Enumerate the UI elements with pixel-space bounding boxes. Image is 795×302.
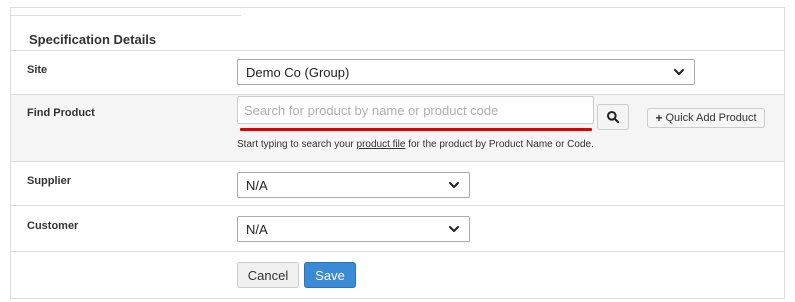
customer-select-value: N/A — [246, 221, 268, 237]
product-search-input[interactable] — [237, 96, 594, 124]
customer-label: Customer — [27, 220, 79, 232]
site-label: Site — [27, 64, 48, 76]
cancel-button[interactable]: Cancel — [237, 262, 299, 288]
quick-add-product-button[interactable]: + Quick Add Product — [647, 108, 765, 128]
quick-add-label: Quick Add Product — [665, 112, 757, 124]
help-text-end: for the product by Product Name or Code. — [405, 139, 594, 150]
input-highlight-underline — [240, 128, 592, 131]
help-text-start: Start typing to search your — [237, 139, 357, 150]
product-file-link[interactable]: product file — [357, 139, 406, 150]
panel-title: Specification Details — [29, 32, 157, 47]
search-button[interactable] — [597, 104, 629, 130]
supplier-select-value: N/A — [246, 177, 268, 193]
supplier-label: Supplier — [27, 175, 72, 187]
chevron-down-icon — [674, 69, 684, 75]
supplier-select[interactable]: N/A — [237, 172, 470, 198]
chevron-down-icon — [449, 226, 459, 232]
search-icon — [607, 111, 620, 124]
save-button[interactable]: Save — [304, 262, 356, 288]
plus-icon: + — [655, 111, 663, 125]
find-product-label: Find Product — [27, 107, 95, 119]
site-select-value: Demo Co (Group) — [246, 64, 350, 80]
find-product-help: Start typing to search your product file… — [237, 139, 594, 150]
site-select[interactable]: Demo Co (Group) — [237, 59, 695, 85]
heading-top-divider — [11, 15, 241, 16]
chevron-down-icon — [449, 182, 459, 188]
customer-select[interactable]: N/A — [237, 216, 470, 242]
